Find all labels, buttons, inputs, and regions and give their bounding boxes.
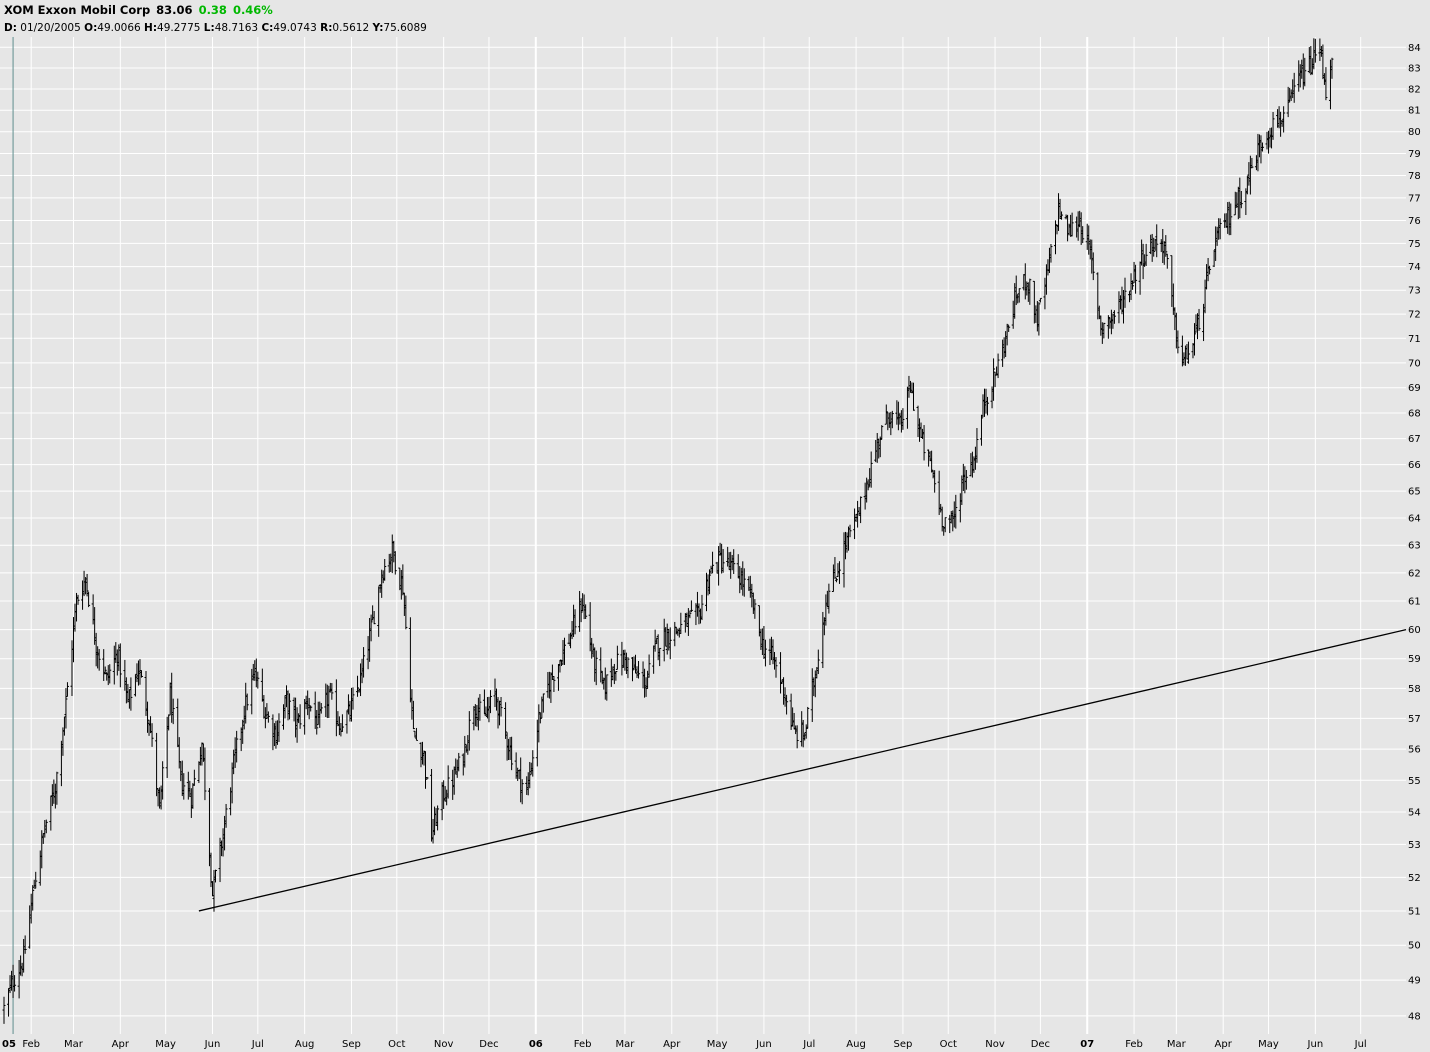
x-tick-label: Apr <box>663 1039 681 1050</box>
x-tick-label: Sep <box>342 1039 361 1050</box>
x-tick-label: Jun <box>1307 1039 1324 1050</box>
y-tick-label: 69 <box>1408 383 1421 394</box>
y-tick-label: 50 <box>1408 941 1421 952</box>
readout-o-label: O: <box>84 22 98 34</box>
y-tick-label: 81 <box>1408 106 1421 117</box>
readout-low: 48.7163 <box>214 22 259 34</box>
y-tick-label: 59 <box>1408 654 1421 665</box>
y-tick-label: 84 <box>1408 43 1421 54</box>
y-tick-label: 68 <box>1408 409 1421 420</box>
y-tick-label: 53 <box>1408 840 1421 851</box>
x-tick-label: May <box>1258 1039 1279 1050</box>
y-tick-label: 61 <box>1408 597 1421 608</box>
y-tick-label: 65 <box>1408 487 1421 498</box>
y-tick-label: 54 <box>1408 808 1421 819</box>
readout-close: 49.0743 <box>273 22 317 34</box>
y-tick-label: 55 <box>1408 776 1421 787</box>
x-tick-label: Aug <box>846 1039 866 1050</box>
y-tick-label: 64 <box>1408 513 1421 524</box>
y-tick-label: 77 <box>1408 193 1421 204</box>
x-tick-label: May <box>707 1039 728 1050</box>
y-tick-label: 71 <box>1408 334 1421 345</box>
readout-y-label: Y: <box>372 22 384 34</box>
y-tick-label: 49 <box>1408 976 1421 987</box>
readout-high: 49.2775 <box>157 22 201 34</box>
x-tick-label: Jul <box>251 1039 264 1050</box>
x-tick-label: Sep <box>893 1039 912 1050</box>
x-tick-label: Dec <box>479 1039 498 1050</box>
x-tick-label: Mar <box>64 1039 84 1050</box>
x-tick-label: Feb <box>22 1039 40 1050</box>
cursor-readout: D: 01/20/2005 O:49.0066 H:49.2775 L:48.7… <box>4 22 427 34</box>
x-tick-label: Feb <box>1125 1039 1143 1050</box>
y-tick-label: 72 <box>1408 310 1421 321</box>
y-tick-label: 67 <box>1408 434 1421 445</box>
x-tick-label: Dec <box>1031 1039 1050 1050</box>
x-axis: 05 Feb Mar Apr May Jun Jul Aug Sep Oct Nov Dec 06 Feb… <box>2 1039 1367 1050</box>
x-tick-label: Aug <box>295 1039 315 1050</box>
price-chart[interactable]: 48 49 50 51 52 53 54 55 56 57 58 59 60 61 62 63 64 65 66 67… <box>0 0 1430 1052</box>
quote-line: XOM Exxon Mobil Corp 83.06 0.38 0.46% <box>4 3 273 17</box>
x-tick-label: Jul <box>1354 1039 1367 1050</box>
y-tick-label: 74 <box>1408 262 1421 273</box>
y-axis: 48 49 50 51 52 53 54 55 56 57 58 59 60 61 62 63 64 65 66 67… <box>1408 43 1421 1023</box>
chart-header: XOM Exxon Mobil Corp 83.06 0.38 0.46% D: 01… <box>0 0 1406 37</box>
x-tick-label: Nov <box>985 1039 1005 1050</box>
y-tick-label: 58 <box>1408 684 1421 695</box>
price-change-pct: 0.46% <box>232 3 273 17</box>
x-tick-label: 05 <box>2 1039 16 1050</box>
y-tick-label: 73 <box>1408 286 1421 297</box>
symbol-name: XOM Exxon Mobil Corp <box>4 3 151 17</box>
y-tick-label: 48 <box>1408 1011 1421 1022</box>
readout-d-label: D: <box>4 22 17 34</box>
y-tick-label: 56 <box>1408 745 1421 756</box>
y-tick-label: 78 <box>1408 171 1421 182</box>
y-tick-label: 63 <box>1408 541 1421 552</box>
x-tick-label: Apr <box>112 1039 130 1050</box>
x-tick-label: Oct <box>940 1039 957 1050</box>
y-tick-label: 62 <box>1408 568 1421 579</box>
readout-y: 75.6089 <box>383 22 427 34</box>
y-tick-label: 82 <box>1408 84 1421 95</box>
y-tick-label: 75 <box>1408 239 1421 250</box>
readout-open: 49.0066 <box>97 22 141 34</box>
y-tick-label: 83 <box>1408 64 1421 75</box>
x-tick-label: Oct <box>388 1039 405 1050</box>
x-tick-label: Mar <box>1167 1039 1187 1050</box>
x-tick-label: 06 <box>529 1039 543 1050</box>
x-tick-label: Mar <box>615 1039 635 1050</box>
x-tick-label: 07 <box>1080 1039 1094 1050</box>
y-tick-label: 76 <box>1408 216 1421 227</box>
readout-c-label: C: <box>261 22 274 34</box>
y-tick-label: 60 <box>1408 625 1421 636</box>
readout-r-label: R: <box>320 22 333 34</box>
x-tick-label: Feb <box>574 1039 592 1050</box>
readout-l-label: L: <box>203 22 215 34</box>
y-tick-label: 52 <box>1408 873 1421 884</box>
y-tick-label: 80 <box>1408 127 1421 138</box>
x-tick-label: Apr <box>1215 1039 1233 1050</box>
y-tick-label: 79 <box>1408 149 1421 160</box>
readout-h-label: H: <box>144 22 158 34</box>
y-tick-label: 70 <box>1408 358 1421 369</box>
price-change: 0.38 <box>198 3 227 17</box>
x-tick-label: May <box>155 1039 176 1050</box>
x-tick-label: Jul <box>802 1039 815 1050</box>
y-tick-label: 66 <box>1408 460 1421 471</box>
x-tick-label: Jun <box>755 1039 772 1050</box>
x-tick-label: Nov <box>434 1039 454 1050</box>
y-tick-label: 57 <box>1408 714 1421 725</box>
x-tick-label: Jun <box>204 1039 221 1050</box>
y-tick-label: 51 <box>1408 906 1421 917</box>
last-price: 83.06 <box>156 3 193 17</box>
readout-range: 0.5612 <box>332 22 370 34</box>
readout-date: 01/20/2005 <box>20 22 81 34</box>
